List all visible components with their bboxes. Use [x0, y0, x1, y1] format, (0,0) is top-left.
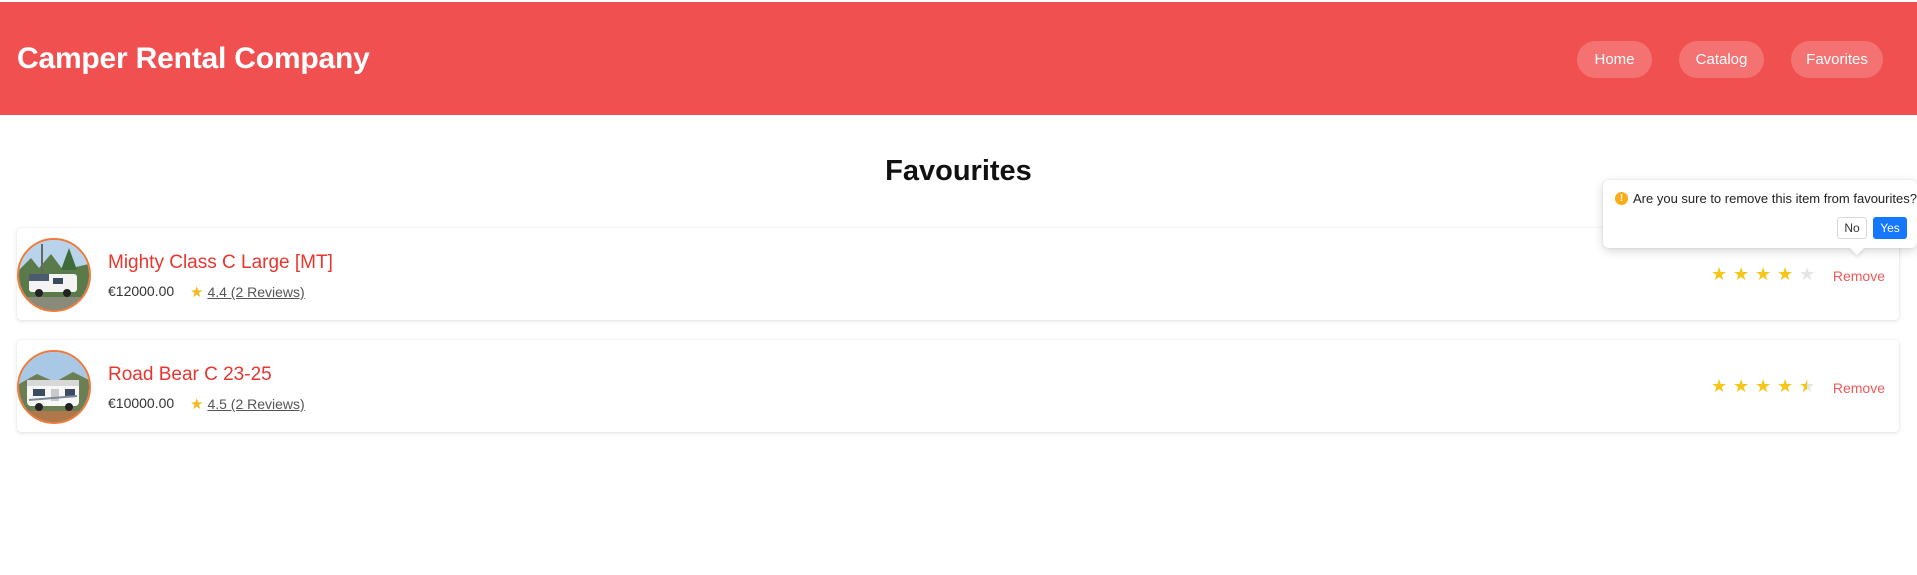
nav-favorites-button[interactable]: Favorites — [1791, 41, 1883, 78]
star-empty-icon[interactable]: ★ — [1799, 264, 1815, 285]
item-rating-summary: ★ 4.5 (2 Reviews) — [190, 395, 305, 413]
star-filled-icon[interactable]: ★ — [1711, 264, 1727, 285]
confirm-message: Are you sure to remove this item from fa… — [1633, 191, 1917, 206]
remove-confirm-popover: ! Are you sure to remove this item from … — [1603, 180, 1917, 248]
nav-home-button[interactable]: Home — [1577, 41, 1652, 78]
star-filled-icon[interactable]: ★ — [1755, 264, 1771, 285]
confirm-no-button[interactable]: No — [1837, 217, 1867, 239]
nav-catalog-button[interactable]: Catalog — [1679, 41, 1764, 78]
star-filled-icon[interactable]: ★ — [1733, 264, 1749, 285]
star-filled-icon[interactable]: ★ — [1755, 376, 1771, 397]
item-title-link[interactable]: Mighty Class C Large [MT] — [108, 252, 333, 274]
star-filled-icon[interactable]: ★ — [1733, 376, 1749, 397]
item-rating-summary: ★ 4.4 (2 Reviews) — [190, 283, 305, 301]
star-filled-icon[interactable]: ★ — [1777, 376, 1793, 397]
favourite-item-card: Road Bear C 23-25 €10000.00 ★ 4.5 (2 Rev… — [17, 340, 1899, 432]
remove-button[interactable]: Remove — [1833, 380, 1885, 396]
item-price: €10000.00 — [108, 395, 175, 411]
star-rating[interactable]: ★ ★ ★ ★ ★ — [1711, 264, 1815, 285]
star-icon: ★ — [190, 396, 204, 413]
star-rating[interactable]: ★ ★ ★ ★ ★ — [1711, 376, 1815, 397]
star-half-icon[interactable]: ★ — [1799, 376, 1815, 397]
exclamation-circle-icon: ! — [1615, 192, 1628, 205]
site-header: Camper Rental Company Home Catalog Favor… — [0, 2, 1917, 115]
brand-title[interactable]: Camper Rental Company — [17, 42, 370, 76]
reviews-link[interactable]: 4.5 (2 Reviews) — [207, 396, 304, 412]
remove-button[interactable]: Remove — [1833, 268, 1885, 284]
camper-thumbnail[interactable] — [17, 350, 91, 424]
reviews-link[interactable]: 4.4 (2 Reviews) — [207, 284, 304, 300]
confirm-yes-button[interactable]: Yes — [1873, 217, 1907, 239]
camper-thumbnail[interactable] — [17, 238, 91, 312]
star-icon: ★ — [190, 284, 204, 301]
item-price: €12000.00 — [108, 283, 175, 299]
star-filled-icon[interactable]: ★ — [1711, 376, 1727, 397]
item-title-link[interactable]: Road Bear C 23-25 — [108, 364, 272, 386]
star-filled-icon[interactable]: ★ — [1777, 264, 1793, 285]
